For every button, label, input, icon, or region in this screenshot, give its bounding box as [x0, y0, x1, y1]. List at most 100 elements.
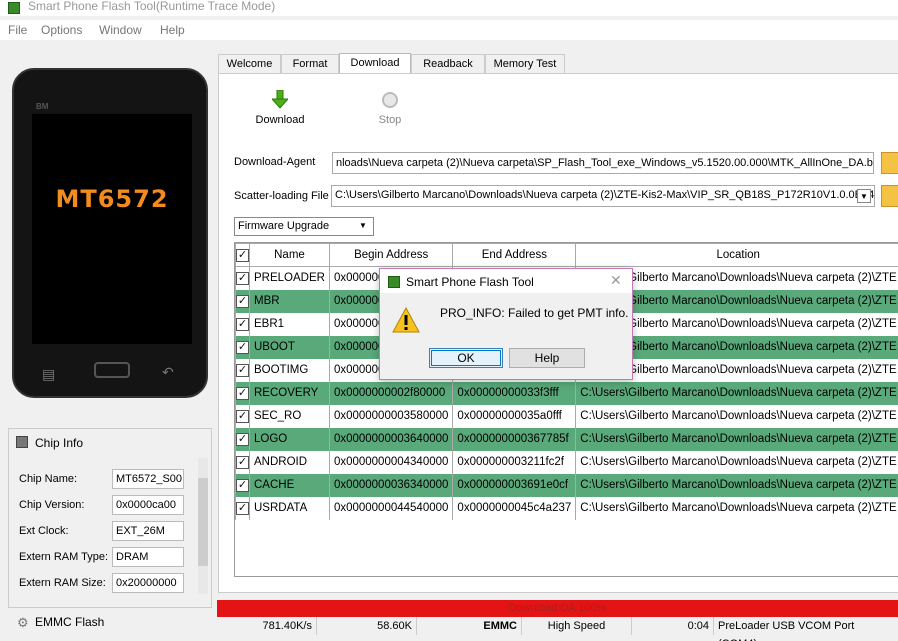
row-checkbox[interactable]: ✓ — [236, 271, 249, 285]
row-checkbox[interactable]: ✓ — [236, 317, 249, 331]
table-row[interactable]: ✓ CACHE 0x0000000036340000 0x000000003691e0… — [235, 473, 898, 497]
row-checkbox[interactable]: ✓ — [236, 409, 249, 423]
partition-location: C:\Users\Gilberto Marcano\Downloads\Nuev… — [575, 381, 898, 405]
chip-version-field[interactable]: 0x0000ca00 — [112, 495, 184, 515]
column-header-end: End Address — [452, 243, 577, 267]
partition-location: C:\Users\Gilberto Marcano\Downloads\Nuev… — [575, 427, 898, 451]
partition-end-address: 0x00000000033f3fff — [452, 381, 576, 405]
partition-location: C:\Users\Gilberto Marcano\Downloads\Nuev… — [575, 404, 898, 428]
row-checkbox[interactable]: ✓ — [236, 478, 249, 492]
table-row[interactable]: ✓ ANDROID 0x0000000004340000 0x000000003211… — [235, 450, 898, 474]
phone-screen — [32, 114, 192, 344]
row-checkbox-cell[interactable]: ✓ — [235, 381, 250, 405]
scatter-file-field[interactable]: C:\Users\Gilberto Marcano\Downloads\Nuev… — [331, 185, 875, 207]
warning-icon — [392, 307, 420, 333]
partition-name: USRDATA — [249, 496, 330, 520]
partition-name: CACHE — [249, 473, 330, 497]
column-header-location: Location — [575, 243, 898, 267]
download-agent-field[interactable]: nloads\Nueva carpeta (2)\Nueva carpeta\S… — [332, 152, 874, 174]
partition-end-address: 0x0000000045c4a237 — [452, 496, 576, 520]
table-row[interactable]: ✓ SEC_RO 0x0000000003580000 0x00000000035a0… — [235, 404, 898, 428]
row-checkbox[interactable]: ✓ — [236, 294, 249, 308]
partition-begin-address: 0x0000000003640000 — [328, 427, 453, 451]
menu-window[interactable]: Window — [99, 23, 142, 37]
download-agent-folder-icon[interactable] — [881, 152, 898, 174]
help-button[interactable]: Help — [509, 348, 585, 368]
tab-readback[interactable]: Readback — [411, 54, 485, 73]
tab-memory-test[interactable]: Memory Test — [485, 54, 565, 73]
ext-clock-label: Ext Clock: — [19, 525, 69, 537]
select-all-checkbox[interactable]: ✓ — [236, 248, 249, 262]
tab-download[interactable]: Download — [339, 53, 411, 74]
scatter-file-folder-icon[interactable] — [881, 185, 898, 207]
row-checkbox[interactable]: ✓ — [236, 455, 249, 469]
row-checkbox-cell[interactable]: ✓ — [235, 404, 250, 428]
partition-location: C:\Users\Gilberto Marcano\Downloads\Nuev… — [575, 473, 898, 497]
emmc-flash-header[interactable]: ⚙ EMMC Flash — [8, 610, 212, 638]
row-checkbox[interactable]: ✓ — [236, 363, 249, 377]
ext-clock-field[interactable]: EXT_26M — [112, 521, 184, 541]
dialog-message: PRO_INFO: Failed to get PMT info. — [440, 306, 629, 320]
ram-type-field[interactable]: DRAM — [112, 547, 184, 567]
status-speed: 781.40K/s — [217, 617, 317, 635]
status-size: 58.60K — [317, 617, 417, 635]
partition-name: MBR — [249, 289, 330, 313]
phone-image: BM MT6572 ▤ ↶ — [12, 68, 208, 398]
partition-end-address: 0x000000003691e0cf — [452, 473, 576, 497]
tab-format[interactable]: Format — [281, 54, 339, 73]
stop-label: Stop — [378, 114, 402, 126]
partition-begin-address: 0x0000000002f80000 — [328, 381, 453, 405]
download-mode-value: Firmware Upgrade — [238, 220, 330, 232]
chip-info-header[interactable]: Chip Info — [8, 430, 212, 454]
partition-name: PRELOADER — [249, 266, 330, 290]
chip-info-title: Chip Info — [35, 436, 84, 450]
row-checkbox[interactable]: ✓ — [236, 432, 249, 446]
row-checkbox-cell[interactable]: ✓ — [235, 289, 250, 313]
app-icon — [388, 276, 400, 288]
download-agent-label: Download-Agent — [234, 156, 316, 168]
row-checkbox[interactable]: ✓ — [236, 501, 249, 515]
ok-button[interactable]: OK — [429, 348, 503, 368]
table-row[interactable]: ✓ RECOVERY 0x0000000002f80000 0x00000000033… — [235, 381, 898, 405]
column-header-name: Name — [249, 243, 330, 267]
row-checkbox[interactable]: ✓ — [236, 386, 249, 400]
table-row[interactable]: ✓ USRDATA 0x0000000044540000 0x0000000045c4… — [235, 496, 898, 520]
ram-size-field[interactable]: 0x20000000 — [112, 573, 184, 593]
status-usb-speed: High Speed — [522, 617, 632, 635]
row-checkbox-cell[interactable]: ✓ — [235, 427, 250, 451]
row-checkbox[interactable]: ✓ — [236, 340, 249, 354]
gear-icon: ⚙ — [17, 615, 29, 630]
partition-name: ANDROID — [249, 450, 330, 474]
status-time: 0:04 — [632, 617, 714, 635]
chip-info-scroll-thumb[interactable] — [198, 478, 208, 566]
menu-options[interactable]: Options — [41, 23, 82, 37]
partition-end-address: 0x00000000035a0fff — [452, 404, 576, 428]
close-icon[interactable]: ✕ — [610, 272, 622, 289]
tab-welcome[interactable]: Welcome — [218, 54, 281, 73]
chip-icon — [16, 436, 28, 448]
chevron-down-icon[interactable]: ▼ — [857, 189, 871, 203]
row-checkbox-cell[interactable]: ✓ — [235, 358, 250, 382]
row-checkbox-cell[interactable]: ✓ — [235, 266, 250, 290]
row-checkbox-cell[interactable]: ✓ — [235, 496, 250, 520]
window-title: Smart Phone Flash Tool(Runtime Trace Mod… — [28, 0, 276, 13]
table-row[interactable]: ✓ LOGO 0x0000000003640000 0x000000000367785… — [235, 427, 898, 451]
chip-name-field[interactable]: MT6572_S00 — [112, 469, 184, 489]
partition-end-address: 0x000000003211fc2f — [452, 450, 576, 474]
title-bar: Smart Phone Flash Tool(Runtime Trace Mod… — [0, 0, 898, 16]
download-button[interactable]: Download — [250, 90, 310, 130]
partition-location: C:\Users\Gilberto Marcano\Downloads\Nuev… — [575, 450, 898, 474]
select-all-header[interactable]: ✓ — [235, 243, 250, 267]
row-checkbox-cell[interactable]: ✓ — [235, 450, 250, 474]
menu-help[interactable]: Help — [160, 23, 185, 37]
phone-brand: BM — [36, 102, 49, 111]
row-checkbox-cell[interactable]: ✓ — [235, 473, 250, 497]
row-checkbox-cell[interactable]: ✓ — [235, 335, 250, 359]
partition-begin-address: 0x0000000004340000 — [328, 450, 453, 474]
download-mode-select[interactable]: Firmware Upgrade ▼ — [234, 217, 374, 236]
menu-file[interactable]: File — [8, 23, 27, 37]
stop-button[interactable]: Stop — [370, 90, 410, 130]
row-checkbox-cell[interactable]: ✓ — [235, 312, 250, 336]
dialog-title: Smart Phone Flash Tool — [406, 275, 534, 289]
menu-bar: File Options Window Help — [0, 20, 898, 40]
